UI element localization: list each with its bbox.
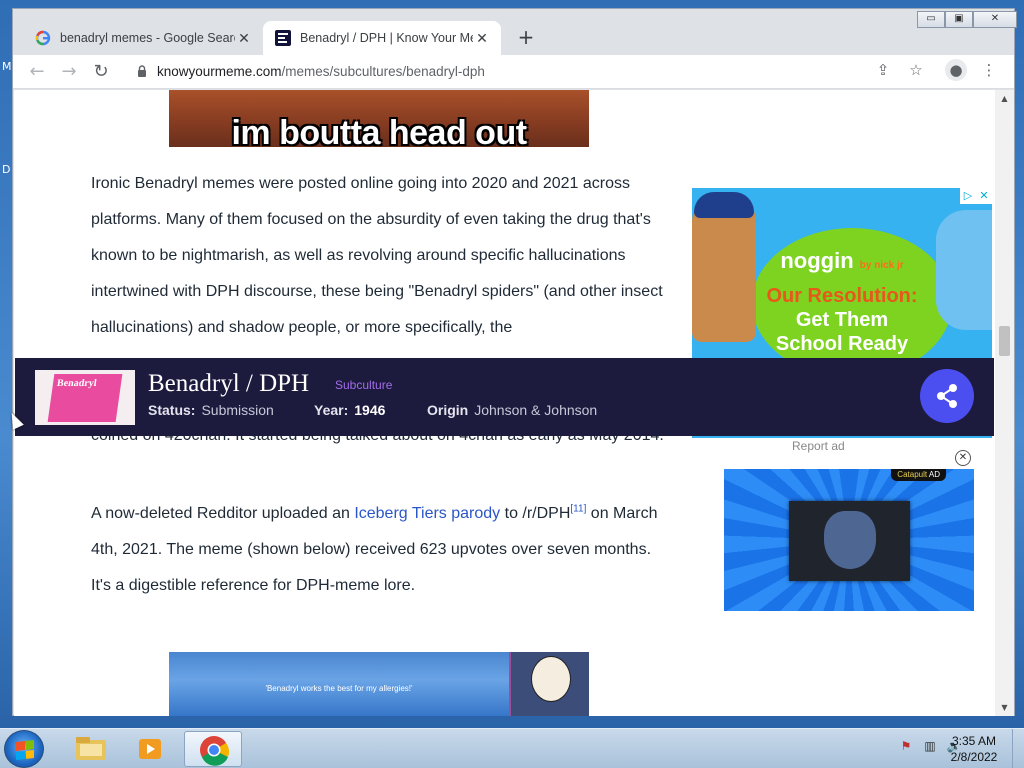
ad-close-icon[interactable]: ✕ — [976, 188, 992, 204]
report-ad-link[interactable]: Report ad — [792, 439, 845, 453]
entry-thumbnail[interactable]: Benadryl — [35, 370, 135, 425]
sticky-entry-header: Benadryl Benadryl / DPH Subculture Statu… — [15, 358, 994, 436]
minimize-icon[interactable]: ▭ — [917, 11, 945, 28]
close-ad-icon[interactable]: ✕ — [955, 450, 971, 466]
browser-window: benadryl memes - Google Search ✕ Benadry… — [12, 8, 1017, 716]
close-window-icon[interactable]: ✕ — [973, 11, 1017, 28]
kym-icon — [275, 30, 291, 46]
wojak-illustration — [509, 652, 589, 716]
browser-toolbar: ← → ↻ knowyourmeme.com/memes/subcultures… — [13, 55, 1014, 89]
entry-category[interactable]: Subculture — [335, 378, 392, 392]
menu-kebab-icon[interactable]: ⋮ — [978, 59, 1000, 81]
window-controls: ▭ ▣ ✕ — [917, 11, 1017, 28]
page-scrollbar[interactable]: ▲ ▼ — [995, 90, 1014, 716]
article-paragraph-1: Ironic Benadryl memes were posted online… — [91, 175, 663, 336]
close-tab-icon[interactable]: ✕ — [473, 30, 491, 47]
back-arrow-icon[interactable]: ← — [25, 60, 49, 84]
image-caption: im boutta head out — [231, 114, 527, 147]
chrome-icon — [200, 736, 230, 766]
new-tab-button[interactable]: + — [513, 25, 539, 51]
restore-icon[interactable]: ▣ — [945, 11, 973, 28]
image-quote: 'Benadryl works the best for my allergie… — [265, 684, 413, 693]
video-ad[interactable]: Catapult AD — [724, 469, 974, 611]
taskbar-media-player[interactable] — [122, 731, 180, 767]
tab-title: benadryl memes - Google Search — [60, 31, 235, 45]
action-center-flag-icon[interactable]: ⚑ — [898, 738, 914, 754]
windows-taskbar: ⚑ ▥ 🔈 3:35 AM 2/8/2022 — [0, 728, 1024, 768]
tab-strip: benadryl memes - Google Search ✕ Benadry… — [13, 9, 1017, 55]
tab-google-search[interactable]: benadryl memes - Google Search ✕ — [23, 21, 263, 55]
desktop-icon-label[interactable]: M — [2, 60, 12, 73]
network-icon[interactable]: ▥ — [922, 738, 938, 754]
scroll-up-icon[interactable]: ▲ — [995, 90, 1014, 107]
forward-arrow-icon[interactable]: → — [57, 60, 81, 84]
entry-title: Benadryl / DPH — [148, 370, 310, 397]
ad-headline: Our Resolution: Get Them School Ready — [766, 285, 918, 355]
show-desktop-button[interactable] — [1012, 729, 1024, 768]
taskbar-explorer[interactable] — [62, 731, 120, 767]
start-button[interactable] — [4, 730, 44, 768]
article-image-bottom: 'Benadryl works the best for my allergie… — [169, 652, 589, 716]
windows-logo-icon — [16, 740, 34, 760]
iceberg-tiers-link[interactable]: Iceberg Tiers parody — [354, 505, 500, 522]
article-image-top: im boutta head out — [169, 90, 589, 147]
page-content: im boutta head out Ironic Benadryl memes… — [14, 90, 995, 716]
lock-icon[interactable] — [137, 65, 147, 77]
ad-choices-icon[interactable]: ▷ — [960, 188, 976, 204]
explorer-icon — [76, 737, 106, 760]
article-paragraph-2: A now-deleted Redditor uploaded an Icebe… — [91, 503, 658, 594]
ad-brand: noggin by nick jr — [780, 248, 904, 273]
citation-link[interactable]: [11] — [570, 504, 586, 515]
taskbar-clock[interactable]: 3:35 AM 2/8/2022 — [942, 733, 1006, 765]
share-page-icon[interactable]: ⇪ — [872, 59, 894, 81]
tab-title: Benadryl / DPH | Know Your Meme — [300, 31, 473, 45]
close-tab-icon[interactable]: ✕ — [235, 30, 253, 47]
google-g-icon — [35, 30, 51, 46]
url-text[interactable]: knowyourmeme.com/memes/subcultures/benad… — [157, 64, 485, 79]
share-button[interactable] — [920, 369, 974, 423]
ad-video-frame[interactable] — [789, 501, 910, 581]
media-player-icon — [139, 739, 161, 759]
ad-badge: Catapult AD — [891, 469, 946, 481]
bookmark-star-icon[interactable]: ☆ — [905, 59, 927, 81]
entry-status: Status: Submission — [148, 402, 274, 418]
scrollbar-thumb[interactable] — [999, 326, 1010, 356]
taskbar-chrome[interactable] — [184, 731, 242, 767]
entry-year: Year: 1946 — [314, 402, 386, 418]
share-icon — [937, 384, 957, 408]
entry-origin: Origin Johnson & Johnson — [427, 402, 598, 418]
profile-avatar-icon[interactable]: ● — [945, 59, 967, 81]
scroll-down-icon[interactable]: ▼ — [995, 699, 1014, 716]
desktop-icon-label[interactable]: D — [2, 163, 10, 176]
tab-know-your-meme[interactable]: Benadryl / DPH | Know Your Meme ✕ — [263, 21, 501, 55]
ad-choices[interactable]: ▷ ✕ — [960, 188, 992, 204]
reload-icon[interactable]: ↻ — [89, 60, 113, 84]
